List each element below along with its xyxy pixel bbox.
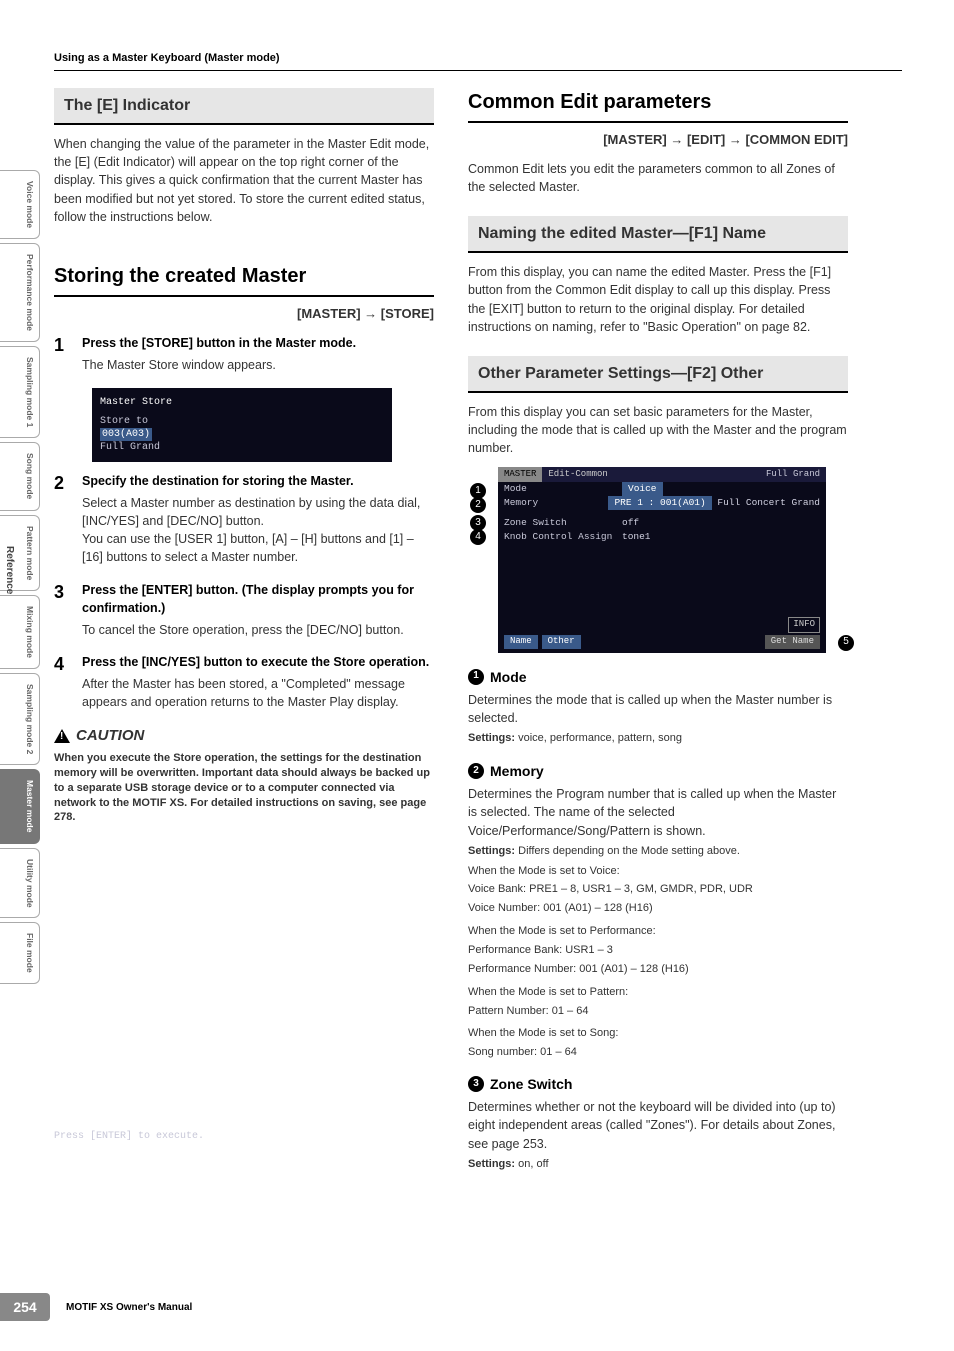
param-zone-body: Determines whether or not the keyboard w… (468, 1098, 848, 1152)
tab-mixing-mode[interactable]: Mixing mode (0, 595, 40, 669)
param-memory-settings: Settings: Differs depending on the Mode … (468, 844, 848, 860)
lcd2-r2l: Memory (504, 496, 608, 510)
lcd2-info: INFO (788, 617, 820, 632)
lcd2-r1v: Voice (622, 482, 663, 496)
param-memory-head: 2 Memory (468, 761, 848, 781)
f2-other-body: From this display you can set basic para… (468, 403, 848, 457)
step-4-title: Press the [INC/YES] button to execute th… (82, 653, 434, 671)
caution-label: CAUTION (76, 725, 144, 747)
step-4-body: After the Master has been stored, a "Com… (82, 675, 434, 711)
param-mode-body: Determines the mode that is called up wh… (468, 691, 848, 727)
lcd-line3: Full Grand (100, 441, 384, 454)
param-memory-name: Memory (490, 761, 544, 781)
lcd2-r2v1: PRE 1 : 001(A01) (608, 496, 711, 510)
mem-perf-b: Performance Bank: USR1 – 3 (468, 943, 848, 958)
f1-name-body: From this display, you can name the edit… (468, 263, 848, 336)
mem-perf-c: Performance Number: 001 (A01) – 128 (H16… (468, 962, 848, 977)
mem-song-a: When the Mode is set to Song: (468, 1026, 848, 1041)
steps-list: Press the [STORE] button in the Master m… (54, 334, 434, 374)
mem-pattern-b: Pattern Number: 01 – 64 (468, 1004, 848, 1019)
tab-sampling-mode-2[interactable]: Sampling mode 2 (0, 673, 40, 765)
lcd2-r2v2: Full Concert Grand (717, 496, 820, 510)
lcd2-tab-master: MASTER (498, 467, 542, 482)
param-mode-name: Mode (490, 667, 527, 687)
param-mode-settings: Settings: voice, performance, pattern, s… (468, 731, 848, 747)
lcd2-btn-name: Name (504, 635, 538, 648)
lcd2-tab-edit: Edit-Common (542, 467, 613, 482)
lcd-screenshot-store: Master Store Store to 003(A03) Full Gran… (92, 388, 392, 462)
step-2-title: Specify the destination for storing the … (82, 472, 434, 490)
tab-sampling-mode-1[interactable]: Sampling mode 1 (0, 346, 40, 438)
lcd2-btn-other: Other (542, 635, 581, 648)
param-zone-name: Zone Switch (490, 1074, 572, 1094)
step-3: Press the [ENTER] button. (The display p… (54, 581, 434, 639)
lcd2-right: Full Grand (760, 467, 826, 482)
tab-utility-mode[interactable]: Utility mode (0, 848, 40, 919)
manual-name: MOTIF XS Owner's Manual (66, 1302, 192, 1313)
step-1-title: Press the [STORE] button in the Master m… (82, 334, 434, 352)
heading-storing-master: Storing the created Master (54, 262, 434, 297)
num-circle-1: 1 (468, 669, 484, 685)
step-2-body2: You can use the [USER 1] button, [A] – [… (82, 530, 434, 566)
num-circle-3: 3 (468, 1076, 484, 1092)
lcd-line2: 003(A03) (100, 428, 152, 441)
tab-voice-mode[interactable]: Voice mode (0, 170, 40, 239)
lcd-title: Master Store (100, 396, 384, 409)
page-footer: 254 MOTIF XS Owner's Manual (0, 1293, 192, 1321)
heading-f1-name: Naming the edited Master—[F1] Name (468, 216, 848, 253)
lcd-line1: Store to (100, 415, 384, 428)
lcd-screenshot-edit-common: 1 2 3 4 5 MASTER Edit-Common Full Grand … (498, 467, 826, 652)
lcd2-r1l: Mode (504, 482, 622, 496)
lcd2-r4l: Knob Control Assign (504, 530, 622, 544)
lcd2-r3v: off (622, 516, 639, 530)
common-edit-intro: Common Edit lets you edit the parameters… (468, 160, 848, 196)
warning-icon (54, 729, 70, 743)
heading-f2-other: Other Parameter Settings—[F2] Other (468, 356, 848, 393)
tab-master-mode[interactable]: Master mode (0, 769, 40, 843)
step-2-body1: Select a Master number as destination by… (82, 494, 434, 530)
callout-4: 4 (470, 529, 486, 545)
step-2: Specify the destination for storing the … (54, 472, 434, 567)
right-column: Common Edit parameters [MASTER] → [EDIT]… (468, 88, 848, 1173)
nav-path-common-edit: [MASTER] → [EDIT] → [COMMON EDIT] (468, 131, 848, 150)
e-indicator-body: When changing the value of the parameter… (54, 135, 434, 226)
step-1-body: The Master Store window appears. (82, 356, 434, 374)
mem-voice-c: Voice Number: 001 (A01) – 128 (H16) (468, 901, 848, 916)
mem-voice-a: When the Mode is set to Voice: (468, 864, 848, 879)
lcd2-btn-getname: Get Name (765, 635, 820, 648)
nav-path-store: [MASTER] → [STORE] (54, 305, 434, 324)
step-1: Press the [STORE] button in the Master m… (54, 334, 434, 374)
reference-label: Reference (4, 546, 15, 594)
step-3-body: To cancel the Store operation, press the… (82, 621, 434, 639)
steps-list-cont: Specify the destination for storing the … (54, 472, 434, 711)
lcd2-r3l: Zone Switch (504, 516, 622, 530)
num-circle-2: 2 (468, 763, 484, 779)
caution-heading: CAUTION (54, 725, 434, 747)
tab-song-mode[interactable]: Song mode (0, 442, 40, 510)
caution-body: When you execute the Store operation, th… (54, 751, 434, 825)
mem-pattern-a: When the Mode is set to Pattern: (468, 985, 848, 1000)
param-zone-settings: Settings: on, off (468, 1157, 848, 1173)
param-memory-body: Determines the Program number that is ca… (468, 785, 848, 839)
tab-performance-mode[interactable]: Performance mode (0, 243, 40, 342)
tab-file-mode[interactable]: File mode (0, 922, 40, 984)
mem-voice-b: Voice Bank: PRE1 – 8, USR1 – 3, GM, GMDR… (468, 882, 848, 897)
heading-e-indicator: The [E] Indicator (54, 88, 434, 125)
heading-common-edit: Common Edit parameters (468, 88, 848, 123)
left-column: The [E] Indicator When changing the valu… (54, 88, 434, 1173)
mem-song-b: Song number: 01 – 64 (468, 1045, 848, 1060)
mem-perf-a: When the Mode is set to Performance: (468, 924, 848, 939)
lcd2-r4v: tone1 (622, 530, 651, 544)
lcd-footer: Press [ENTER] to execute. (54, 1130, 204, 1143)
param-mode-head: 1 Mode (468, 667, 848, 687)
param-zone-head: 3 Zone Switch (468, 1074, 848, 1094)
page-number: 254 (0, 1293, 50, 1321)
step-3-title: Press the [ENTER] button. (The display p… (82, 581, 434, 617)
callout-5: 5 (838, 635, 854, 651)
header-breadcrumb: Using as a Master Keyboard (Master mode) (54, 52, 280, 64)
header-rule (54, 70, 902, 71)
step-4: Press the [INC/YES] button to execute th… (54, 653, 434, 711)
callout-2: 2 (470, 497, 486, 513)
